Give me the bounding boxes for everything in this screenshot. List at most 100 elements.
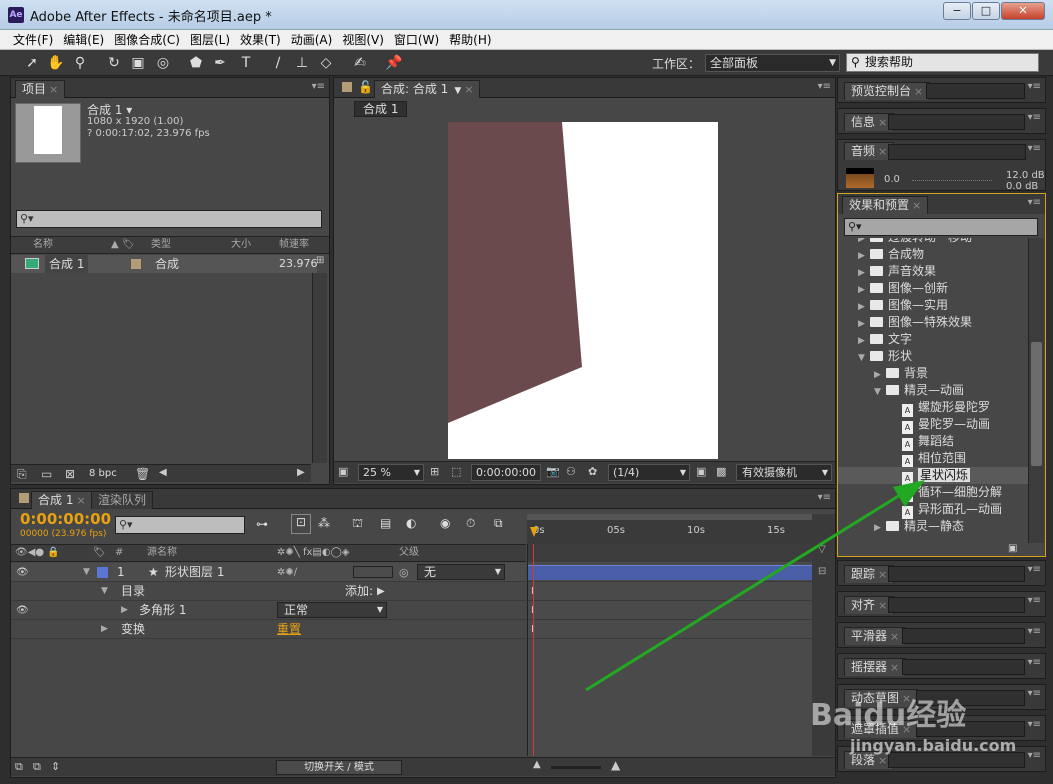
project-search-input[interactable]: ⚲▾ <box>16 210 322 228</box>
effect-preset-item[interactable]: A 异形面孔—动画 <box>838 501 1002 519</box>
reset-link[interactable]: 重置 <box>277 620 301 639</box>
contents-row[interactable]: ▼ 目录 添加: ▶ <box>11 582 526 601</box>
clone-stamp-tool-icon[interactable]: ⊥ <box>292 53 312 73</box>
project-scrollbar[interactable] <box>312 273 327 463</box>
camera-tool-icon[interactable]: ▣ <box>128 53 148 73</box>
close-icon[interactable]: × <box>890 661 899 674</box>
mask-visibility-icon[interactable]: ⬚ <box>451 465 461 478</box>
close-icon[interactable]: × <box>890 630 899 643</box>
composition-viewer[interactable] <box>334 119 835 461</box>
region-of-interest-icon[interactable]: ▣ <box>696 465 706 478</box>
menu-animation[interactable]: 动画(A) <box>286 30 338 50</box>
menu-view[interactable]: 视图(V) <box>337 30 389 50</box>
close-icon[interactable]: × <box>912 199 921 212</box>
av-features-icons[interactable]: 👁◀● 🔒 <box>15 545 60 561</box>
transparency-grid-icon[interactable]: ▩ <box>716 465 726 478</box>
panel-menu-icon[interactable]: ▾≡ <box>1028 595 1041 606</box>
tab-tracker[interactable]: 跟踪 × <box>844 565 895 583</box>
transfer-controls-icon[interactable]: ⧉ <box>33 760 41 774</box>
close-icon[interactable]: × <box>878 116 887 129</box>
tab-timeline-comp[interactable]: 合成 1 × <box>31 491 93 509</box>
roto-brush-tool-icon[interactable]: ✍ <box>350 53 370 73</box>
graph-editor-icon[interactable]: ⧉ <box>494 516 503 531</box>
new-composition-icon[interactable]: ⊠ <box>65 467 75 481</box>
flowchart-icon[interactable]: ⊞ <box>316 255 328 269</box>
tab-info[interactable]: 信息 × <box>844 113 895 131</box>
add-button[interactable]: 添加: <box>345 582 373 601</box>
layer-label-color[interactable] <box>97 567 108 578</box>
shape-tool-icon[interactable]: ⬟ <box>186 53 206 73</box>
chevron-right-icon[interactable]: ▶ <box>874 520 886 537</box>
close-icon[interactable]: × <box>878 754 887 767</box>
effects-folder[interactable]: ▶ 文字 <box>838 331 912 348</box>
layer-switches[interactable]: ✲✺∕ <box>277 563 297 582</box>
effects-folder[interactable]: ▶ 背景 <box>838 365 928 382</box>
comp-button-icon[interactable]: ▽ <box>818 544 826 555</box>
expand-triangle-icon[interactable]: ▶ <box>101 620 108 639</box>
add-menu-icon[interactable]: ▶ <box>377 582 385 601</box>
effects-folder[interactable]: ▼ 精灵—动画 <box>838 382 964 399</box>
close-icon[interactable]: × <box>878 599 887 612</box>
close-icon[interactable]: × <box>878 145 887 158</box>
menu-edit[interactable]: 编辑(E) <box>58 30 109 50</box>
camera-dropdown[interactable]: 有效摄像机 ▼ <box>736 464 832 481</box>
zoom-out-icon[interactable]: ▲ <box>533 759 541 770</box>
frame-blending-icon[interactable]: ▤ <box>380 516 391 530</box>
effects-folder[interactable]: ▶ 精灵—静态 <box>838 518 964 535</box>
tab-smoother[interactable]: 平滑器 × <box>844 627 907 645</box>
col-parent[interactable]: 父级 <box>399 545 419 561</box>
lock-icon[interactable]: 🔓 <box>358 80 373 94</box>
eye-icon[interactable]: 👁 <box>16 563 29 582</box>
zoom-slider[interactable] <box>551 766 601 769</box>
tab-wiggler[interactable]: 摇摆器 × <box>844 658 907 676</box>
menu-window[interactable]: 窗口(W) <box>389 30 444 50</box>
effect-preset-item[interactable]: A 循环—细胞分解 <box>838 484 1002 502</box>
expand-triangle-icon[interactable]: ▼ <box>83 563 90 582</box>
safe-zones-icon[interactable]: ⊞ <box>430 465 439 478</box>
effect-preset-item[interactable]: A 螺旋形曼陀罗 <box>838 399 990 417</box>
effects-folder[interactable]: ▶ 图像—创新 <box>838 280 948 297</box>
effects-scrollbar[interactable] <box>1028 238 1044 543</box>
panel-menu-icon[interactable]: ▾≡ <box>1028 81 1041 92</box>
col-fps[interactable]: 帧速率 <box>279 237 309 253</box>
panel-menu-icon[interactable]: ▾≡ <box>1028 564 1041 575</box>
menu-file[interactable]: 文件(F) <box>8 30 58 50</box>
interpret-footage-icon[interactable]: ⎘ <box>17 467 27 482</box>
text-tool-icon[interactable]: T <box>236 53 256 73</box>
hand-tool-icon[interactable]: ✋ <box>46 53 66 73</box>
always-preview-icon[interactable]: ▣ <box>338 465 348 478</box>
resolution-dropdown[interactable]: (1/4) ▼ <box>608 464 690 481</box>
brush-tool-icon[interactable]: ∕ <box>268 53 288 73</box>
color-channels-icon[interactable]: ✿ <box>588 465 597 478</box>
time-ruler[interactable]: 0s 05s 10s 15s <box>527 514 812 544</box>
close-icon[interactable]: × <box>49 83 58 96</box>
rotate-tool-icon[interactable]: ↻ <box>104 53 124 73</box>
brainstorm-icon[interactable]: ◉ <box>440 516 450 530</box>
pan-behind-tool-icon[interactable]: ◎ <box>153 53 173 73</box>
current-time-display[interactable]: 0:00:00:00 <box>471 464 541 481</box>
eye-icon[interactable]: 👁 <box>16 601 29 620</box>
hide-shy-layers-icon[interactable]: ⛫ <box>352 516 363 532</box>
selection-tool-icon[interactable]: ➚ <box>22 53 42 73</box>
effect-preset-item[interactable]: A 星状闪烁 <box>838 467 1028 485</box>
draft-3d-icon[interactable]: ⁂ <box>318 516 330 530</box>
close-icon[interactable]: × <box>878 568 887 581</box>
switches-icons[interactable]: ✲✺╲ fx▤◐◯◈ <box>277 545 349 561</box>
panel-menu-icon[interactable]: ▾≡ <box>1028 750 1041 761</box>
motion-blur-icon[interactable]: ◐ <box>406 516 416 530</box>
layer-name[interactable]: 形状图层 1 <box>165 563 224 582</box>
snapshot-icon[interactable]: 📷 <box>546 465 560 478</box>
tab-preview[interactable]: 预览控制台 × <box>844 82 931 100</box>
panel-menu-icon[interactable]: ▾≡ <box>1028 112 1041 123</box>
panel-menu-icon[interactable]: ▾≡ <box>1028 197 1041 208</box>
panel-menu-icon[interactable]: ▾≡ <box>1028 626 1041 637</box>
col-name[interactable]: 名称 <box>33 237 53 253</box>
effect-preset-item[interactable]: A 曼陀罗—动画 <box>838 416 990 434</box>
tab-composition[interactable]: 合成: 合成 1 ▼ × <box>374 80 481 98</box>
zoom-in-icon[interactable]: ▲ <box>611 758 620 772</box>
expand-triangle-icon[interactable]: ▶ <box>121 601 128 620</box>
work-area-bar[interactable] <box>527 514 812 520</box>
trash-icon[interactable]: 🗑 <box>135 467 150 481</box>
search-help-input[interactable]: ⚲ 搜索帮助 <box>846 53 1039 72</box>
live-update-icon[interactable]: ⊡ <box>291 514 311 534</box>
